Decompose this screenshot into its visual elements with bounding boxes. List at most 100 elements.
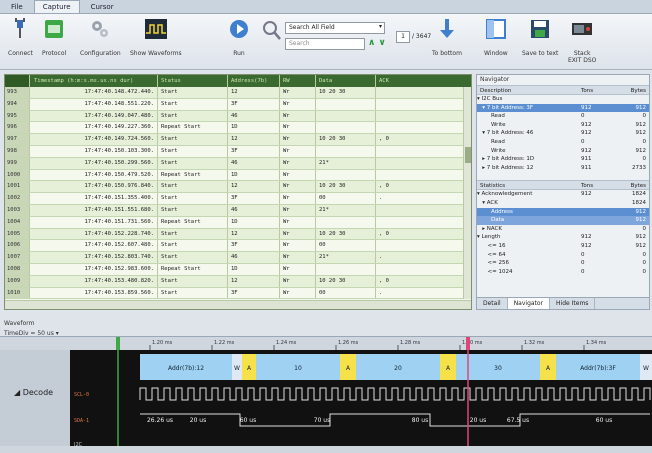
table-row[interactable]: 997 17:47:40.149.724.560. Start 12 Wr 10 20 3…: [5, 134, 471, 146]
column-header-status[interactable]: Status: [157, 75, 227, 87]
tree-item[interactable]: ▸ 7 bit Address: 12 911 2733: [477, 164, 649, 173]
table-row[interactable]: 1004 17:47:40.151.731.560. Repeat Start 1D W…: [5, 216, 471, 229]
decode-segment-label: W: [643, 365, 649, 372]
tree-item[interactable]: ▾ I2C Bus: [477, 95, 649, 104]
to-bottom-button[interactable]: To bottom: [432, 18, 462, 57]
tab-detail[interactable]: Detail: [477, 298, 508, 309]
table-row[interactable]: 998 17:47:40.150.103.300. Start 3F Wr: [5, 145, 471, 158]
cursor-2-marker[interactable]: [466, 337, 470, 351]
tree-item[interactable]: ▸ 7 bit Address: 1D 911 0: [477, 155, 649, 164]
window-icon: [485, 18, 507, 40]
table-row[interactable]: 996 17:47:40.149.227.360. Repeat Start 1D Wr: [5, 122, 471, 135]
tree-item-bytes: 0: [642, 268, 647, 275]
table-row[interactable]: 994 17:47:40.148.551.220. Start 3F Wr: [5, 98, 471, 111]
tree-item[interactable]: ▸ NACK 0: [477, 225, 649, 234]
table-row[interactable]: 1002 17:47:40.151.355.400. Start 3F Wr 00.: [5, 193, 471, 205]
table-row[interactable]: 1001 17:47:40.150.976.840. Start 12 Wr 10 20 …: [5, 181, 471, 194]
tab-hide-items[interactable]: Hide Items: [550, 298, 596, 309]
table-row[interactable]: 1009 17:47:40.153.480.820. Start 12 Wr 10 20 …: [5, 275, 471, 288]
tree-item[interactable]: ▾ 7 bit Address: 46 912 912: [477, 129, 649, 138]
table-row[interactable]: 993 17:47:40.148.472.440. Start 12 Wr 10 20 3…: [5, 87, 471, 99]
tree-item[interactable]: ▾ Length 912 912: [477, 233, 649, 242]
save-to-text-button[interactable]: Save to text: [522, 18, 558, 57]
search-input[interactable]: Search: [285, 38, 365, 50]
tree-item-count: 912: [581, 242, 592, 249]
row-id: 1008: [5, 263, 29, 275]
configuration-button[interactable]: Configuration: [80, 18, 121, 57]
table-row[interactable]: 1008 17:47:40.152.983.600. Repeat Start 1D W…: [5, 263, 471, 276]
run-button[interactable]: Run: [228, 18, 250, 57]
column-header-rw[interactable]: RW: [279, 75, 315, 87]
tree-item-count: 0: [581, 251, 585, 258]
waveform-canvas[interactable]: Addr(7b):12 W A 10 A 20 A 30 A Addr(7b):3F W SCL-0 S…: [0, 350, 652, 453]
data-cell: 10 20 30: [315, 87, 375, 98]
tree-item[interactable]: <= 256 0 0: [477, 259, 649, 268]
search-field-select[interactable]: Search All Field ▾: [285, 22, 385, 34]
rw-cell: Wr: [279, 252, 315, 263]
table-row[interactable]: 1005 17:47:40.152.228.740. Start 12 Wr 10 20 …: [5, 228, 471, 241]
tree-item-label: Write: [477, 147, 506, 154]
tree-item[interactable]: Write 912 912: [477, 147, 649, 156]
column-header-ack[interactable]: ACK: [375, 75, 471, 87]
window-button[interactable]: Window: [484, 18, 508, 57]
ack-cell: , 0: [375, 228, 471, 240]
timestamp-cell: 17:47:40.150.299.560.: [29, 157, 157, 169]
menu-tab-cursor[interactable]: Cursor: [82, 0, 123, 13]
tree-item[interactable]: Read 0 0: [477, 138, 649, 147]
tree-item-label: Read: [477, 138, 505, 145]
timestamp-cell: 17:47:40.149.047.480.: [29, 110, 157, 122]
tree-item-label: Data: [477, 217, 505, 224]
search-prev-icon[interactable]: ∧: [368, 38, 375, 48]
show-waveforms-button[interactable]: Show Waveforms: [130, 18, 182, 57]
tree-item-bytes: 912: [635, 147, 647, 154]
tree-item[interactable]: ▾ ACK 1824: [477, 199, 649, 208]
table-row[interactable]: 1003 17:47:40.151.551.680. Start 46 Wr 21*: [5, 204, 471, 217]
table-horizontal-scrollbar[interactable]: [5, 300, 471, 309]
tree-item[interactable]: Read 0 0: [477, 112, 649, 121]
rw-cell: Wr: [279, 216, 315, 228]
sda-trace: [140, 413, 650, 427]
page-number-input[interactable]: 1: [396, 31, 410, 43]
table-row[interactable]: 1006 17:47:40.152.607.480. Start 3F Wr 00: [5, 240, 471, 253]
tree-item[interactable]: Data 912: [477, 216, 649, 225]
tree-item[interactable]: <= 64 0 0: [477, 251, 649, 260]
ack-cell: [375, 204, 471, 216]
menu-tab-capture[interactable]: Capture: [33, 0, 80, 13]
address-cell: 3F: [227, 240, 279, 252]
row-id: 1010: [5, 287, 29, 299]
table-row[interactable]: 1000 17:47:40.150.479.520. Repeat Start 1D W…: [5, 169, 471, 182]
tree-item[interactable]: <= 1024 0 0: [477, 268, 649, 277]
search-next-icon[interactable]: ∨: [378, 38, 385, 48]
address-cell: 3F: [227, 287, 279, 299]
table-row[interactable]: 999 17:47:40.150.299.560. Start 46 Wr 21*: [5, 157, 471, 170]
stack-exit-dso-button[interactable]: Stack EXIT DSO: [568, 18, 596, 64]
ruler-tick-label: 1.22 ms: [214, 340, 235, 346]
ack-cell: [375, 110, 471, 122]
decode-channel-label[interactable]: ◢ Decode: [0, 350, 70, 453]
tree-item[interactable]: <= 16 912 912: [477, 242, 649, 251]
column-header-address[interactable]: Address(7b): [227, 75, 279, 87]
table-row[interactable]: 1007 17:47:40.152.803.740. Start 46 Wr 21*.: [5, 252, 471, 264]
menu-tab-file[interactable]: File: [2, 0, 32, 13]
connect-button[interactable]: Connect: [8, 18, 33, 57]
tree-item[interactable]: Write 912 912: [477, 121, 649, 130]
tab-navigator[interactable]: Navigator: [507, 298, 551, 309]
protocol-button[interactable]: Protocol: [42, 18, 66, 57]
tree-item[interactable]: Address 912: [477, 207, 649, 217]
cursor-1-marker[interactable]: [116, 337, 120, 351]
tree-item[interactable]: ▾ Acknowledgement 912 1824: [477, 190, 649, 199]
data-cell: 21*: [315, 252, 375, 263]
search-nav-arrows[interactable]: ∧ ∨: [368, 38, 386, 48]
data-cell: 10 20 30: [315, 181, 375, 193]
tree-item-count: 0: [581, 268, 585, 275]
column-header-data[interactable]: Data: [315, 75, 375, 87]
table-vertical-scrollbar[interactable]: [463, 87, 471, 299]
table-row[interactable]: 1010 17:47:40.153.859.560. Start 3F Wr 00.: [5, 287, 471, 300]
tree-item[interactable]: ▾ 7 bit Address: 3F 912 912: [477, 103, 649, 113]
column-header-timestamp[interactable]: Timestamp (h:m:s.ms.us.ns dur): [29, 75, 157, 87]
scroll-thumb[interactable]: [465, 147, 471, 163]
plug-icon: [9, 18, 31, 40]
address-cell: 12: [227, 228, 279, 240]
table-row[interactable]: 995 17:47:40.149.047.480. Start 46 Wr: [5, 110, 471, 123]
time-ruler[interactable]: 1.20 ms 1.22 ms 1.24 ms 1.26 ms 1.28 ms 1.30 …: [0, 336, 652, 351]
